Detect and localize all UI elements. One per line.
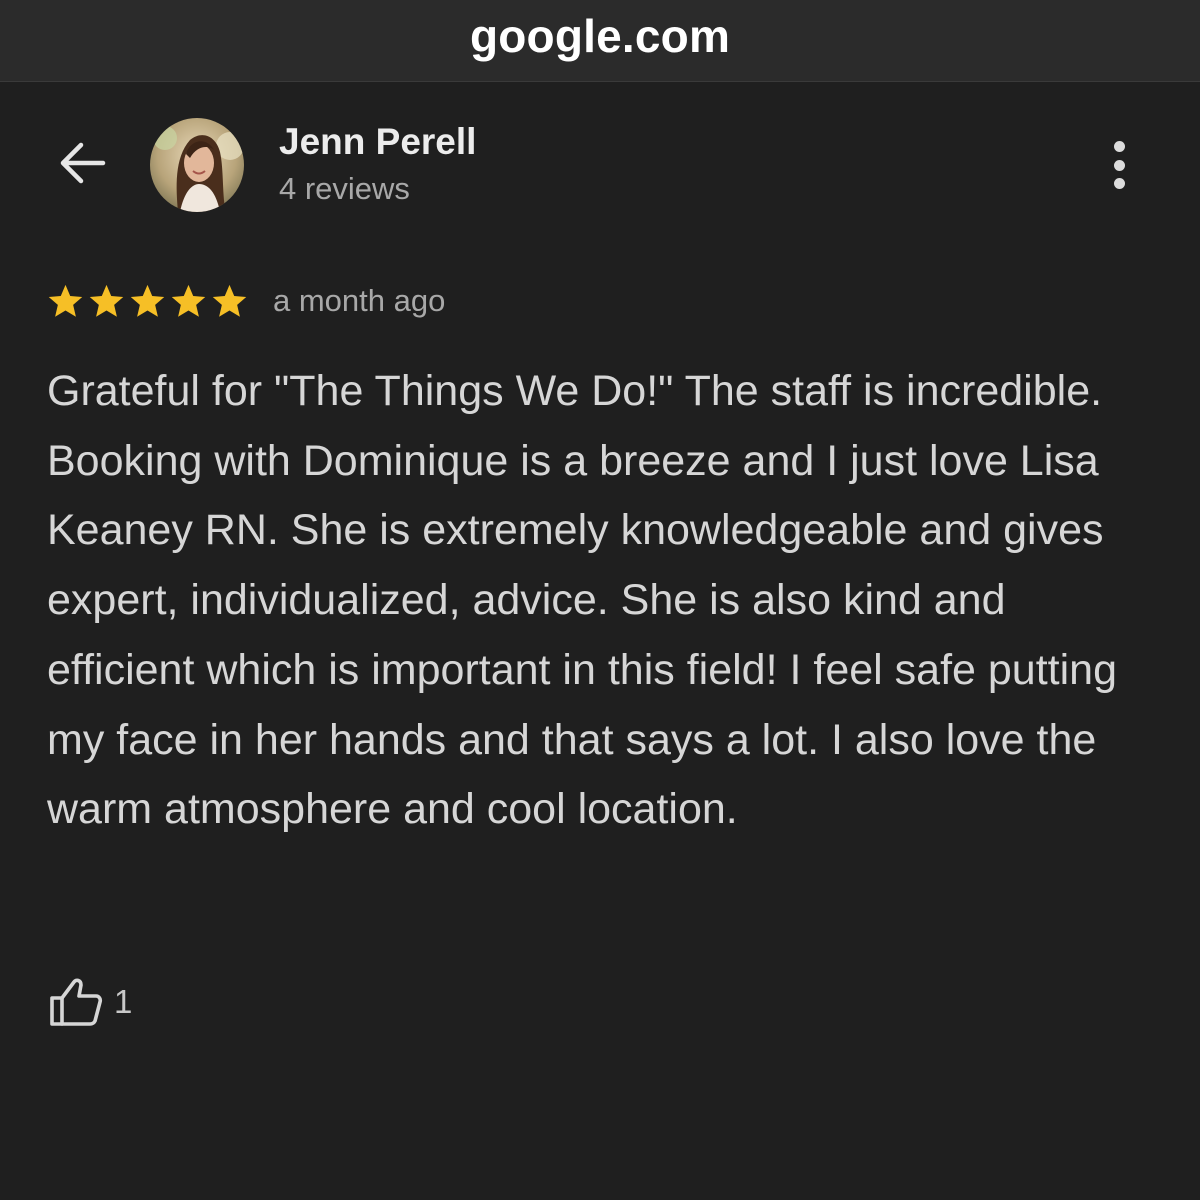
star-icon: [130, 284, 165, 317]
arrow-left-icon: [60, 142, 106, 184]
star-icon: [48, 284, 83, 317]
star-icon: [89, 284, 124, 317]
more-vert-icon-dot: [1113, 159, 1125, 171]
avatar[interactable]: [150, 118, 244, 212]
star-icon: [171, 284, 206, 317]
star-rating: [46, 282, 249, 321]
url-text[interactable]: google.com: [470, 9, 730, 63]
like-count: 1: [114, 983, 133, 1020]
browser-url-bar[interactable]: google.com: [0, 0, 1200, 82]
review-text: Grateful for "The Things We Do!" The sta…: [47, 367, 1117, 834]
review-header: Jenn Perell 4 reviews: [0, 83, 1200, 253]
star-icon: [212, 284, 247, 317]
back-button[interactable]: [50, 135, 112, 191]
reviewer-name[interactable]: Jenn Perell: [279, 121, 476, 163]
review-date: a month ago: [273, 283, 446, 318]
more-vert-icon-dot: [1113, 178, 1125, 189]
more-options-button[interactable]: [1098, 135, 1140, 195]
avatar-image: [150, 118, 244, 212]
reviewer-review-count: 4 reviews: [279, 171, 410, 206]
like-button[interactable]: 1: [48, 975, 132, 1029]
rating-row: a month ago: [46, 280, 445, 322]
more-vert-icon-dot: [1113, 141, 1125, 152]
thumbs-up-icon: [50, 978, 103, 1026]
